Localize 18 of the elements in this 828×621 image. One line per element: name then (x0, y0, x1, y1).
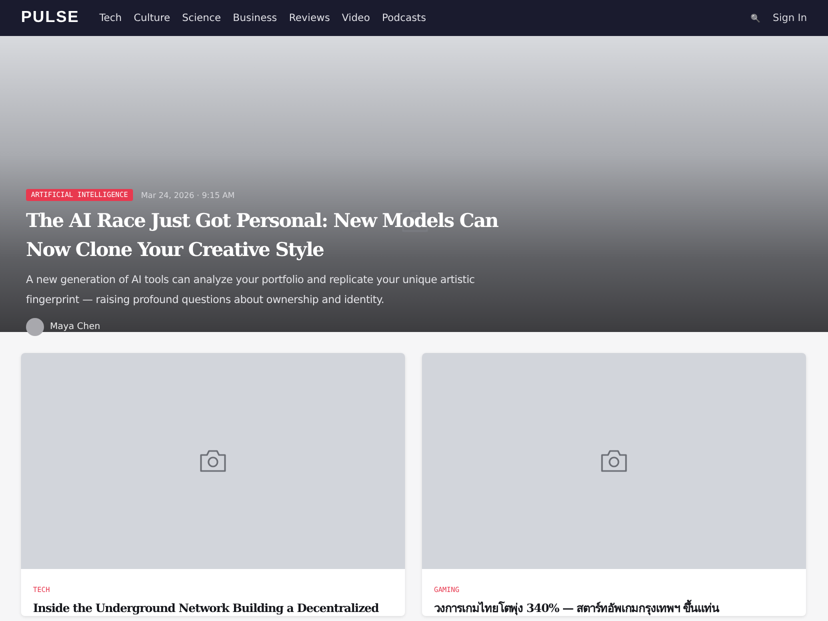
card-headline[interactable]: วงการเกมไทยโตพุ่ง 340% — สตาร์ทอัพเกมกรุงเทพฯ ขึ้นแท่น (434, 600, 794, 616)
author-name[interactable]: Maya Chen (50, 322, 100, 332)
nav-link[interactable]: Science (182, 12, 221, 24)
nav-link[interactable]: Reviews (289, 12, 330, 24)
nav-link[interactable]: Video (342, 12, 370, 24)
nav-link[interactable]: Tech (99, 12, 122, 24)
nav-link[interactable]: Business (232, 12, 278, 24)
site-logo[interactable]: PULSE (21, 9, 80, 27)
card-headline[interactable]: Inside the Underground Network Building a Decentralized (33, 600, 393, 616)
camera-icon (198, 448, 228, 474)
nav-link[interactable]: Podcasts (382, 12, 426, 24)
nav-link[interactable]: Culture (134, 12, 170, 24)
publish-date: Mar 24, 2026 · 9:15 AM (140, 190, 235, 200)
sign-in-link[interactable]: Sign In (772, 12, 807, 24)
avatar (26, 318, 44, 336)
camera-icon (599, 448, 629, 474)
article-summary: A new generation of AI tools can analyze your portfolio and replicate your unique artistic fingerprint — raising profound questions about ownership and identity. (26, 273, 476, 308)
headline[interactable]: The AI Race Just Got Personal: New Models Can Now Clone Your Creative Style (26, 207, 526, 265)
